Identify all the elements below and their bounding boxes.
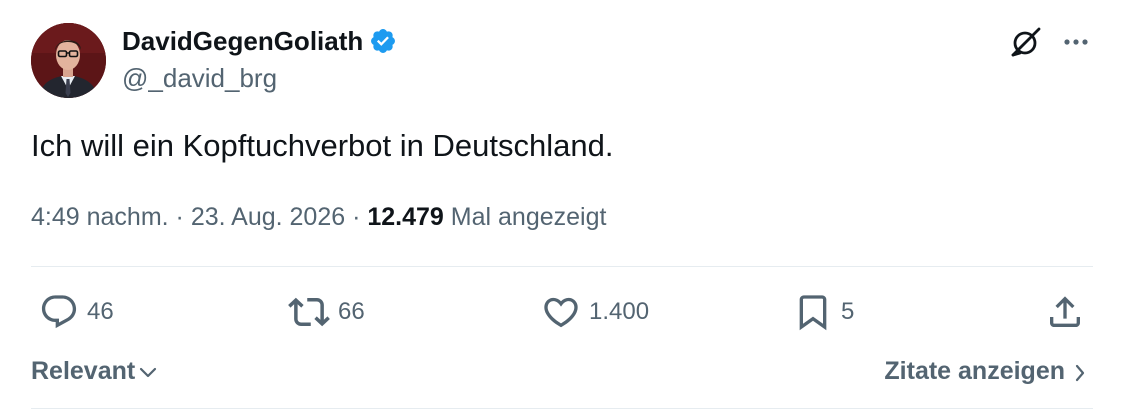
share-icon (1045, 292, 1085, 332)
verified-badge-icon[interactable] (369, 27, 397, 55)
tweet-card: DavidGegenGoliath @_david_brg Ich will e… (0, 0, 1123, 410)
share-button[interactable] (1045, 290, 1085, 334)
tweet-meta: 4:49 nachm. · 23. Aug. 2026 · 12.479 Mal… (31, 199, 606, 235)
repost-count: 66 (338, 298, 365, 325)
avatar-portrait-icon (31, 23, 106, 98)
divider-top (31, 266, 1093, 267)
avatar[interactable] (31, 23, 106, 98)
sort-label: Relevant (31, 357, 136, 385)
reply-count: 46 (87, 298, 114, 325)
author-handle[interactable]: @_david_brg (122, 62, 277, 94)
reply-icon (39, 292, 79, 332)
tweet-text: Ich will ein Kopftuchverbot in Deutschla… (31, 128, 614, 163)
chevron-right-icon (1075, 364, 1085, 381)
author-display-name[interactable]: DavidGegenGoliath (122, 26, 363, 56)
view-quotes-link[interactable]: Zitate anzeigen (884, 354, 1087, 388)
chevron-down-icon (140, 367, 157, 378)
divider-bottom (31, 408, 1093, 409)
like-button[interactable]: 1.400 (541, 290, 649, 334)
repost-button[interactable]: 66 (288, 290, 365, 334)
sort-relevant-dropdown[interactable]: Relevant (31, 354, 159, 388)
bookmark-button[interactable]: 5 (793, 290, 854, 334)
bookmark-count: 5 (841, 298, 855, 325)
reply-button[interactable]: 46 (39, 290, 114, 334)
heart-icon (541, 292, 581, 332)
tweet-time[interactable]: 4:49 nachm. (31, 203, 169, 231)
like-count: 1.400 (589, 298, 650, 325)
meta-separator: · (352, 203, 361, 231)
views-count[interactable]: 12.479 (367, 203, 443, 231)
repost-icon (288, 291, 330, 333)
more-dots-icon[interactable] (1060, 28, 1092, 56)
meta-separator: · (175, 203, 184, 231)
grok-icon[interactable] (1006, 24, 1044, 62)
quotes-label: Zitate anzeigen (884, 357, 1065, 385)
action-bar: 46 66 1.400 5 (31, 290, 1093, 334)
tweet-date[interactable]: 23. Aug. 2026 (191, 203, 345, 231)
views-label: Mal angezeigt (450, 203, 607, 231)
bookmark-icon (793, 292, 833, 332)
author-name-row[interactable]: DavidGegenGoliath (122, 26, 397, 56)
